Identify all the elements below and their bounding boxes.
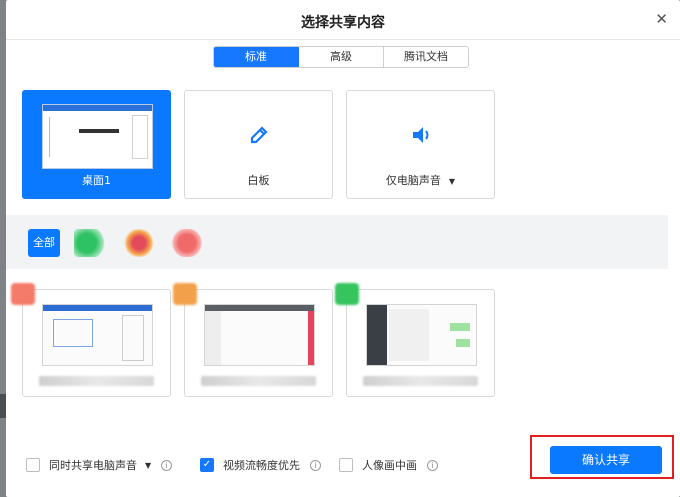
app-filter-bar: 全部	[6, 215, 668, 269]
source-card-label-row: 仅电脑声音 ▼	[347, 172, 494, 188]
option-portrait-pip: 人像画中画 i	[339, 457, 438, 473]
close-icon[interactable]: ✕	[655, 10, 668, 28]
confirm-highlight-box: 确认共享	[530, 435, 674, 479]
option-label: 视频流畅度优先	[223, 459, 300, 472]
window-thumbnail[interactable]	[173, 283, 333, 397]
desktop-thumbnail	[42, 104, 153, 169]
info-icon[interactable]: i	[161, 459, 173, 471]
dialog-titlebar: 选择共享内容 ✕	[6, 0, 680, 40]
smooth-video-checkbox[interactable]: ✓	[200, 458, 214, 472]
confirm-share-button[interactable]: 确认共享	[550, 446, 662, 474]
window-preview	[366, 304, 477, 366]
option-label: 人像画中画	[362, 459, 417, 472]
window-title-blurred	[201, 376, 316, 386]
app-icon	[173, 283, 197, 305]
source-card-desktop[interactable]: 桌面1	[22, 90, 171, 199]
option-label: 同时共享电脑声音	[49, 459, 137, 472]
share-mode-tabs: 标准 高级 腾讯文档	[213, 46, 469, 68]
tab-standard[interactable]: 标准	[214, 47, 299, 67]
window-preview	[42, 304, 153, 366]
source-card-label: 白板	[247, 174, 270, 187]
tab-advanced[interactable]: 高级	[299, 47, 384, 67]
window-thumbnail[interactable]	[11, 283, 171, 397]
pen-icon	[185, 124, 332, 151]
share-audio-checkbox[interactable]	[26, 458, 40, 472]
window-title-blurred	[363, 376, 478, 386]
source-card-label: 桌面1	[82, 174, 111, 187]
portrait-pip-checkbox[interactable]	[339, 458, 353, 472]
chevron-down-icon[interactable]: ▼	[449, 177, 455, 186]
window-thumbnail[interactable]	[335, 283, 495, 397]
filter-app-icon[interactable]	[171, 229, 203, 257]
speaker-icon	[347, 124, 494, 151]
source-card-computer-audio[interactable]: 仅电脑声音 ▼	[346, 90, 495, 199]
window-title-blurred	[39, 376, 154, 386]
info-icon[interactable]: i	[310, 459, 321, 471]
option-smooth-video: ✓ 视频流畅度优先 i	[200, 457, 321, 473]
tab-tencent-docs[interactable]: 腾讯文档	[384, 47, 468, 67]
dialog-title: 选择共享内容	[301, 15, 385, 31]
app-icon	[335, 283, 359, 305]
app-icon	[11, 283, 35, 305]
info-icon[interactable]: i	[427, 459, 438, 471]
share-content-dialog: 选择共享内容 ✕ 标准 高级 腾讯文档 桌面1 白板 仅电脑声音 ▼ 全部 同时…	[6, 0, 680, 497]
window-preview	[204, 304, 315, 366]
option-share-audio: 同时共享电脑声音 ▼ i	[26, 457, 173, 473]
source-card-label: 仅电脑声音	[385, 174, 441, 187]
filter-app-wechat-icon[interactable]	[74, 229, 106, 257]
filter-all-button[interactable]: 全部	[28, 229, 60, 257]
source-card-whiteboard[interactable]: 白板	[184, 90, 333, 199]
filter-app-icon[interactable]	[123, 229, 155, 257]
chevron-down-icon[interactable]: ▼	[145, 461, 151, 470]
